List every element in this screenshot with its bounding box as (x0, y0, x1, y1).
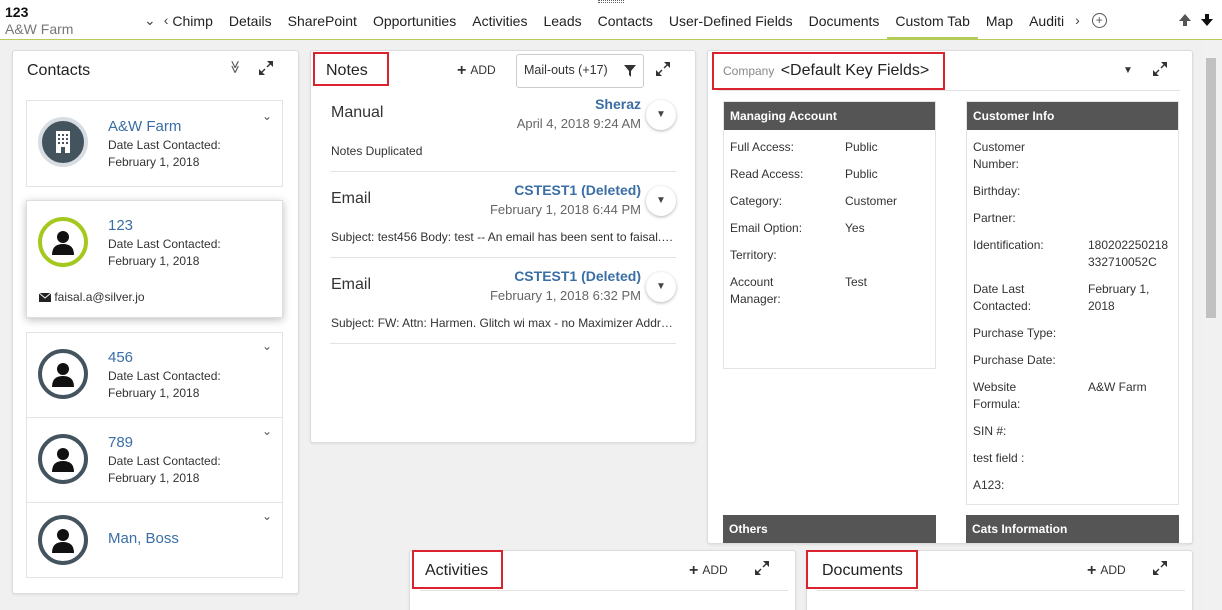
tab-auditing[interactable]: Auditi (1021, 0, 1071, 40)
mail-icon (38, 292, 52, 302)
notes-highlight (313, 52, 389, 86)
chevron-down-icon[interactable]: ⌄ (140, 12, 160, 29)
record-header: 123 A&W Farm ⌄ ‹ Chimp Details SharePoin… (0, 0, 1222, 40)
note-menu-button[interactable]: ▼ (646, 100, 676, 130)
chevron-down-icon[interactable]: ⌄ (262, 109, 272, 123)
contact-meta: Date Last Contacted: February 1, 2018 (108, 237, 221, 268)
expand-icon[interactable] (1152, 560, 1168, 576)
note-item[interactable]: Manual Sheraz April 4, 2018 9:24 AM ▼ No… (330, 86, 676, 172)
customer-info-section: Customer Info Customer Number: Birthday:… (966, 101, 1179, 505)
contacts-panel: Contacts ≫ A&W Farm Date Last Contacted:… (12, 50, 299, 594)
list-item[interactable]: 789 Date Last Contacted: February 1, 2018… (26, 417, 283, 503)
contact-meta: Date Last Contacted: February 1, 2018 (108, 369, 221, 400)
list-item[interactable]: 123 Date Last Contacted: February 1, 2018… (26, 200, 283, 318)
company-panel: Company <Default Key Fields> ▼ Managing … (707, 50, 1193, 544)
tab-documents[interactable]: Documents (801, 0, 888, 40)
contacts-list: A&W Farm Date Last Contacted: February 1,… (25, 100, 286, 585)
record-subtitle: A&W Farm (5, 21, 74, 37)
cats-information-section: Cats Information (966, 515, 1179, 543)
list-item[interactable]: 456 Date Last Contacted: February 1, 2018… (26, 332, 283, 418)
person-icon (38, 217, 88, 267)
note-menu-button[interactable]: ▼ (646, 272, 676, 302)
tab-contacts[interactable]: Contacts (590, 0, 661, 40)
expand-icon[interactable] (655, 61, 671, 77)
tab-activities[interactable]: Activities (464, 0, 535, 40)
contact-email[interactable]: faisal.a@silver.jo (38, 290, 145, 304)
contact-name[interactable]: 789 (108, 434, 133, 451)
expand-icon[interactable] (1152, 61, 1168, 77)
notes-filter-select[interactable]: Mail-outs (+17) (516, 54, 644, 88)
contact-name[interactable]: 456 (108, 349, 133, 366)
tab-bar: ⌄ ‹ Chimp Details SharePoint Opportuniti… (140, 0, 1107, 40)
section-header: Customer Info (967, 102, 1178, 130)
tabs-prev-button[interactable]: ‹ (160, 12, 173, 28)
divider (420, 590, 788, 591)
scrollbar-thumb[interactable] (1206, 58, 1216, 318)
note-date: April 4, 2018 9:24 AM (516, 116, 641, 131)
section-header: Cats Information (966, 515, 1179, 543)
divider (817, 590, 1185, 591)
note-author[interactable]: Sheraz (595, 96, 641, 112)
chevron-down-icon[interactable]: ⌄ (262, 339, 272, 353)
contact-name[interactable]: 123 (108, 217, 133, 234)
collapse-icon[interactable]: ≫ (227, 60, 243, 74)
note-type: Manual (331, 104, 384, 121)
contact-meta: Date Last Contacted: February 1, 2018 (108, 454, 221, 485)
contact-name[interactable]: Man, Boss (108, 530, 179, 547)
tab-details[interactable]: Details (221, 0, 280, 40)
company-highlight (712, 52, 945, 90)
arrow-down-icon[interactable] (1200, 12, 1214, 32)
add-tab-icon[interactable]: + (1091, 12, 1107, 28)
building-icon (38, 117, 88, 167)
tab-opportunities[interactable]: Opportunities (365, 0, 464, 40)
contacts-title: Contacts (27, 62, 91, 79)
section-header: Managing Account (724, 102, 935, 130)
tab-chimp[interactable]: Chimp (172, 0, 220, 40)
note-date: February 1, 2018 6:44 PM (489, 202, 641, 217)
tabs-next-button[interactable]: › (1071, 12, 1084, 28)
note-body: Subject: FW: Attn: Harmen. Glitch wi max… (331, 316, 676, 330)
expand-icon[interactable] (754, 560, 770, 576)
add-activity-button[interactable]: + ADD (689, 562, 728, 580)
filter-icon[interactable] (624, 65, 636, 77)
note-body: Subject: test456 Body: test -- An email … (331, 230, 676, 244)
activities-highlight (412, 550, 503, 589)
note-author[interactable]: CSTEST1 (Deleted) (514, 182, 641, 198)
managing-account-section: Managing Account Full Access: Public Rea… (723, 101, 936, 369)
arrow-up-icon[interactable] (1178, 12, 1192, 32)
tab-leads[interactable]: Leads (535, 0, 589, 40)
documents-highlight (806, 550, 918, 589)
tab-sharepoint[interactable]: SharePoint (280, 0, 365, 40)
note-menu-button[interactable]: ▼ (646, 186, 676, 216)
notes-panel: Notes + ADD Mail-outs (+17) Manual Sheraz… (310, 50, 696, 443)
note-author[interactable]: CSTEST1 (Deleted) (514, 268, 641, 284)
list-item[interactable]: Man, Boss ⌄ (26, 502, 283, 578)
chevron-down-icon[interactable]: ⌄ (262, 509, 272, 523)
others-section: Others (723, 515, 936, 543)
note-type: Email (331, 190, 372, 207)
note-item[interactable]: Email CSTEST1 (Deleted) February 1, 2018… (330, 172, 676, 258)
contact-meta: Date Last Contacted: February 1, 2018 (108, 138, 221, 169)
tab-user-defined-fields[interactable]: User-Defined Fields (661, 0, 801, 40)
add-document-button[interactable]: + ADD (1087, 562, 1126, 580)
list-item[interactable]: A&W Farm Date Last Contacted: February 1,… (26, 100, 283, 187)
person-icon (38, 349, 88, 399)
person-icon (38, 515, 88, 565)
section-header: Others (723, 515, 936, 543)
divider (718, 90, 1180, 91)
contact-name[interactable]: A&W Farm (108, 118, 181, 135)
note-type: Email (331, 276, 372, 293)
note-body: Notes Duplicated (331, 144, 423, 158)
note-date: February 1, 2018 6:32 PM (489, 288, 641, 303)
chevron-down-icon[interactable]: ⌄ (262, 424, 272, 438)
note-item[interactable]: Email CSTEST1 (Deleted) February 1, 2018… (330, 258, 676, 344)
tab-custom-tab[interactable]: Custom Tab (887, 0, 978, 40)
add-note-button[interactable]: + ADD (457, 62, 496, 80)
tab-map[interactable]: Map (978, 0, 1021, 40)
expand-icon[interactable] (258, 60, 274, 76)
view-dropdown-icon[interactable]: ▼ (1123, 65, 1133, 76)
record-title: 123 (5, 4, 29, 20)
person-icon (38, 434, 88, 484)
